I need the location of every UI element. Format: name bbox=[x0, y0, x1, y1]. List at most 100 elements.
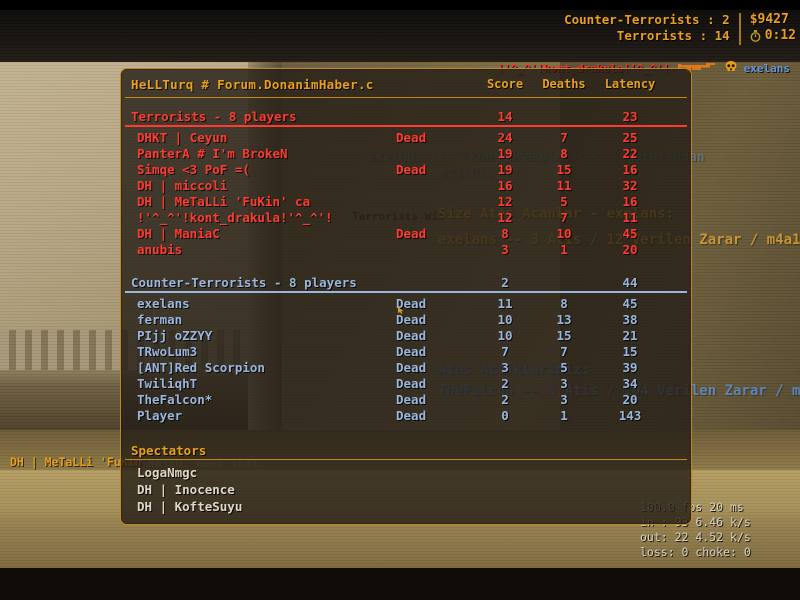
list-item[interactable]: LogaNmgc bbox=[137, 465, 197, 480]
player-latency: 39 bbox=[622, 360, 638, 375]
spectators-divider bbox=[125, 459, 687, 460]
table-row[interactable]: DH | ManiaC Dead 8 10 45 bbox=[121, 226, 691, 242]
table-row[interactable]: anubis 3 1 20 bbox=[121, 242, 691, 258]
column-header-latency: Latency bbox=[604, 77, 656, 91]
player-name: DH | miccoli bbox=[137, 178, 228, 193]
table-row[interactable]: TheFalcon* Dead 2 3 20 bbox=[121, 392, 691, 408]
player-latency: 25 bbox=[622, 130, 638, 145]
player-score: 12 bbox=[497, 194, 513, 209]
player-name: Simqe <3 PoF =( bbox=[137, 162, 250, 177]
player-name: !'^_^'!kont_drakula!'^_^'! bbox=[137, 210, 333, 225]
player-score: 19 bbox=[497, 162, 513, 177]
player-score: 3 bbox=[501, 242, 509, 257]
player-status: Dead bbox=[396, 376, 427, 391]
netstat-loss: loss: 0 choke: 0 bbox=[640, 545, 751, 559]
player-name: anubis bbox=[137, 242, 183, 257]
team-latency-counter-terrorists: 44 bbox=[622, 275, 638, 290]
money-row: $9427 bbox=[750, 12, 796, 28]
player-status: Dead bbox=[396, 344, 427, 359]
player-status: Dead bbox=[396, 130, 427, 145]
list-item[interactable]: DH | KofteSuyu bbox=[137, 499, 242, 514]
player-deaths: 13 bbox=[556, 312, 572, 327]
player-status: Dead bbox=[396, 312, 427, 327]
player-name: TwiliqhT bbox=[137, 376, 198, 391]
table-row[interactable]: ferman Dead 10 13 38 bbox=[121, 312, 691, 328]
table-row[interactable]: exelans Dead 11 8 45 bbox=[121, 296, 691, 312]
dollar-icon: $9427 bbox=[749, 12, 789, 27]
player-name: ferman bbox=[137, 312, 183, 327]
player-status: Dead bbox=[396, 162, 427, 177]
table-row[interactable]: TRwoLum3 Dead 7 7 15 bbox=[121, 344, 691, 360]
player-deaths: 7 bbox=[560, 130, 568, 145]
player-deaths: 5 bbox=[560, 194, 568, 209]
table-row[interactable]: PanterA # I'm BrokeN 19 8 22 bbox=[121, 146, 691, 162]
player-latency: 45 bbox=[622, 296, 638, 311]
table-row[interactable]: DH | MeTaLLi 'FuKin' ca 12 5 16 bbox=[121, 194, 691, 210]
player-name: TRwoLum3 bbox=[137, 344, 198, 359]
player-deaths: 3 bbox=[560, 392, 568, 407]
player-name: DHKT | Ceyun bbox=[137, 130, 228, 145]
team-score-terrorists: 14 bbox=[497, 109, 513, 124]
table-row[interactable]: DHKT | Ceyun Dead 24 7 25 bbox=[121, 130, 691, 146]
player-status: Dead bbox=[396, 328, 427, 343]
column-header-deaths: Deaths bbox=[542, 77, 586, 91]
player-deaths: 8 bbox=[560, 296, 568, 311]
team-divider-counter-terrorists bbox=[125, 291, 687, 293]
player-deaths: 15 bbox=[556, 328, 572, 343]
player-latency: 21 bbox=[622, 328, 638, 343]
table-row[interactable]: [ANT]Red Scorpion Dead 3 5 39 bbox=[121, 360, 691, 376]
team-divider-terrorists bbox=[125, 125, 687, 127]
player-latency: 38 bbox=[622, 312, 638, 327]
player-deaths: 3 bbox=[560, 376, 568, 391]
killfeed-victim-name: exelans bbox=[743, 61, 790, 75]
player-deaths: 11 bbox=[556, 178, 572, 193]
player-score: 24 bbox=[497, 130, 513, 145]
player-deaths: 10 bbox=[556, 226, 572, 241]
player-name: DH | MeTaLLi 'FuKin' ca bbox=[137, 194, 311, 209]
mouse-cursor bbox=[398, 299, 405, 314]
table-row[interactable]: DH | miccoli 16 11 32 bbox=[121, 178, 691, 194]
player-deaths: 7 bbox=[560, 344, 568, 359]
ct-score: Counter-Terrorists : 2 bbox=[564, 12, 730, 27]
list-item[interactable]: DH | Inocence bbox=[137, 482, 235, 497]
player-name: [ANT]Red Scorpion bbox=[137, 360, 265, 375]
column-headers: Score Deaths Latency bbox=[121, 77, 691, 93]
letterbox-top bbox=[0, 0, 800, 10]
player-status: Dead bbox=[396, 360, 427, 375]
player-deaths: 8 bbox=[560, 146, 568, 161]
team-score-readout: Counter-Terrorists : 2 Terrorists : 14 bbox=[564, 12, 739, 44]
player-name: Player bbox=[137, 408, 183, 423]
team-name-terrorists: Terrorists - 8 players bbox=[131, 109, 297, 124]
team-header-terrorists: Terrorists - 8 players 14 23 bbox=[121, 109, 691, 126]
table-row[interactable]: TwiliqhT Dead 2 3 34 bbox=[121, 376, 691, 392]
player-latency: 11 bbox=[622, 210, 638, 225]
player-latency: 15 bbox=[622, 344, 638, 359]
table-row[interactable]: Simqe <3 PoF =(Dead 19 15 16 bbox=[121, 162, 691, 178]
skull-icon bbox=[724, 60, 738, 76]
player-score: 3 bbox=[501, 360, 509, 375]
player-latency: 22 bbox=[622, 146, 638, 161]
hud-top-right: Counter-Terrorists : 2 Terrorists : 14 $… bbox=[564, 12, 796, 45]
table-row[interactable]: !'^_^'!kont_drakula!'^_^'! 12 7 11 bbox=[121, 210, 691, 226]
player-deaths: 7 bbox=[560, 210, 568, 225]
table-row[interactable]: Player Dead 0 1 143 bbox=[121, 408, 691, 424]
player-deaths: 5 bbox=[560, 360, 568, 375]
player-latency: 16 bbox=[622, 162, 638, 177]
player-score: 7 bbox=[501, 344, 509, 359]
player-name: PIjj oZZYY bbox=[137, 328, 213, 343]
player-latency: 143 bbox=[618, 408, 642, 423]
player-score: 2 bbox=[501, 376, 509, 391]
player-latency: 45 bbox=[622, 226, 638, 241]
table-row[interactable]: PIjj oZZYY Dead 10 15 21 bbox=[121, 328, 691, 344]
player-score: 19 bbox=[497, 146, 513, 161]
player-status: Dead bbox=[396, 226, 427, 241]
player-score: 8 bbox=[501, 226, 509, 241]
player-score: 10 bbox=[497, 312, 513, 327]
player-name: PanterA # I'm BrokeN bbox=[137, 146, 288, 161]
player-latency: 16 bbox=[622, 194, 638, 209]
player-latency: 34 bbox=[622, 376, 638, 391]
hud-money-timer: $9427 0:12 bbox=[741, 12, 796, 44]
player-score: 12 bbox=[497, 210, 513, 225]
hud-divider bbox=[738, 13, 741, 45]
round-timer: 0:12 bbox=[764, 28, 796, 43]
